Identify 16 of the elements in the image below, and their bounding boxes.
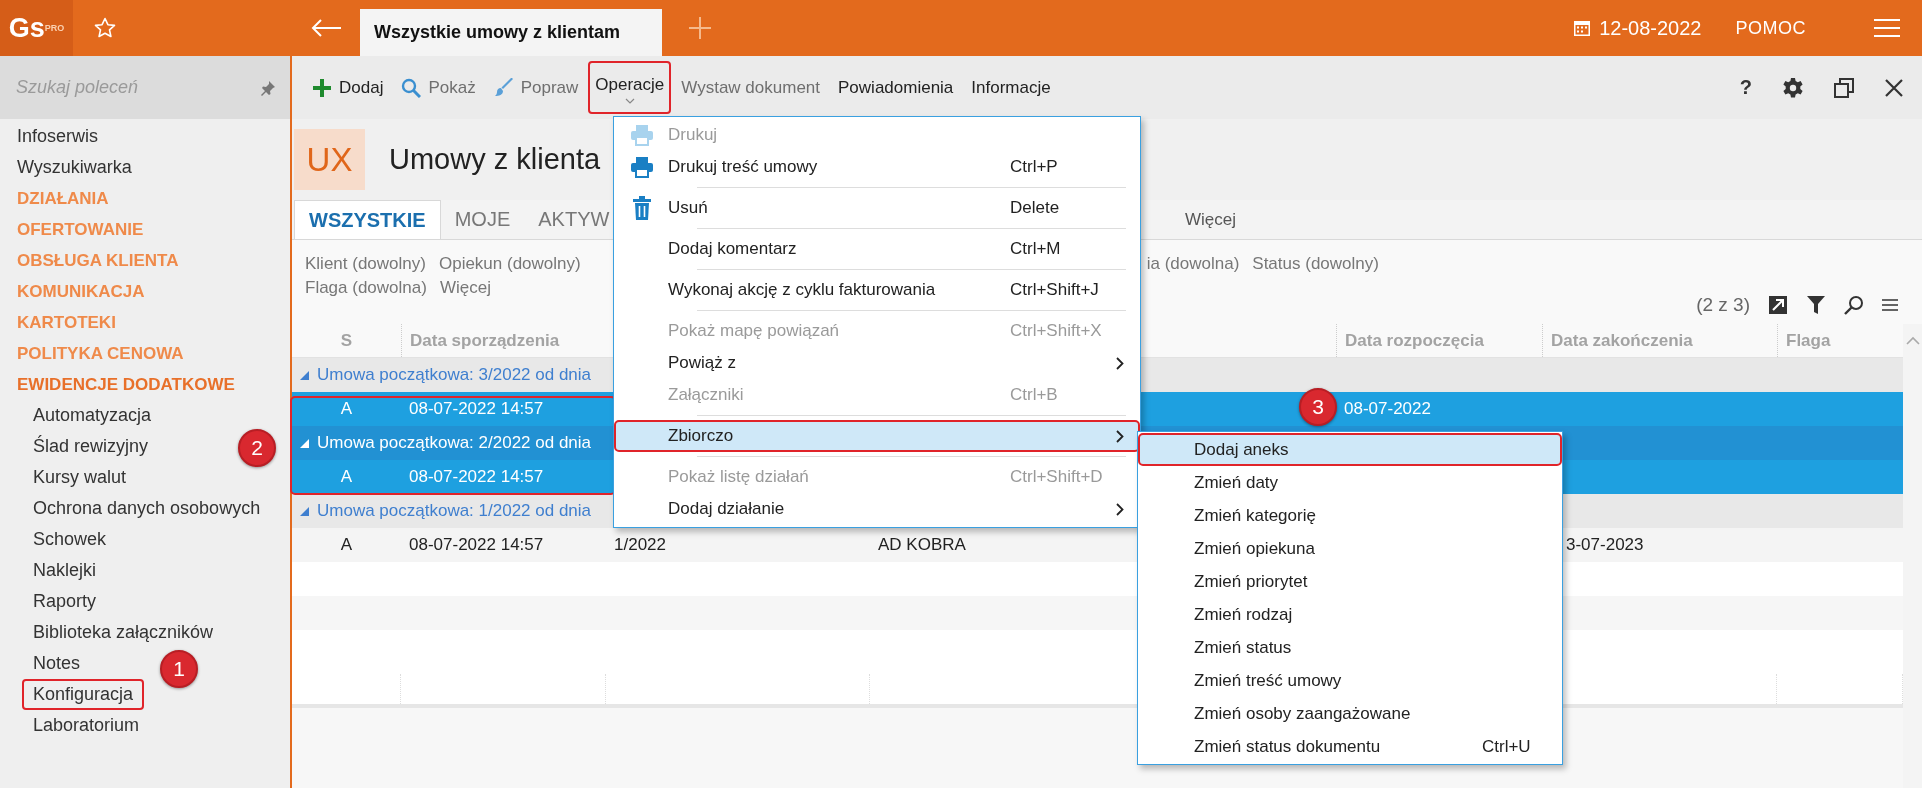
table-cell: 3-07-2023 (1566, 535, 1644, 555)
table-cell: 1/2022 (614, 535, 666, 555)
module-badge: UX (294, 129, 365, 190)
table-cell: 08-07-2022 14:57 (409, 467, 544, 487)
group-label: Umowa początkowa: 2/2022 od dnia (317, 433, 592, 453)
table-cell: A (340, 467, 353, 487)
table-cell: AD KOBRA (878, 535, 966, 555)
group-label: Umowa początkowa: 3/2022 od dnia (317, 365, 592, 385)
group-label: Umowa początkowa: 1/2022 od dnia (317, 501, 592, 521)
table-cell: 08-07-2022 14:57 (409, 399, 544, 419)
table-cell: 08-07-2022 (1344, 399, 1431, 419)
table-cell: A (340, 535, 353, 555)
record-count: (2 z 3) (1696, 294, 1750, 316)
page-title: Umowy z klienta (389, 143, 601, 176)
table-cell: 08-07-2022 14:57 (409, 535, 544, 555)
table-cell: A (340, 399, 353, 419)
